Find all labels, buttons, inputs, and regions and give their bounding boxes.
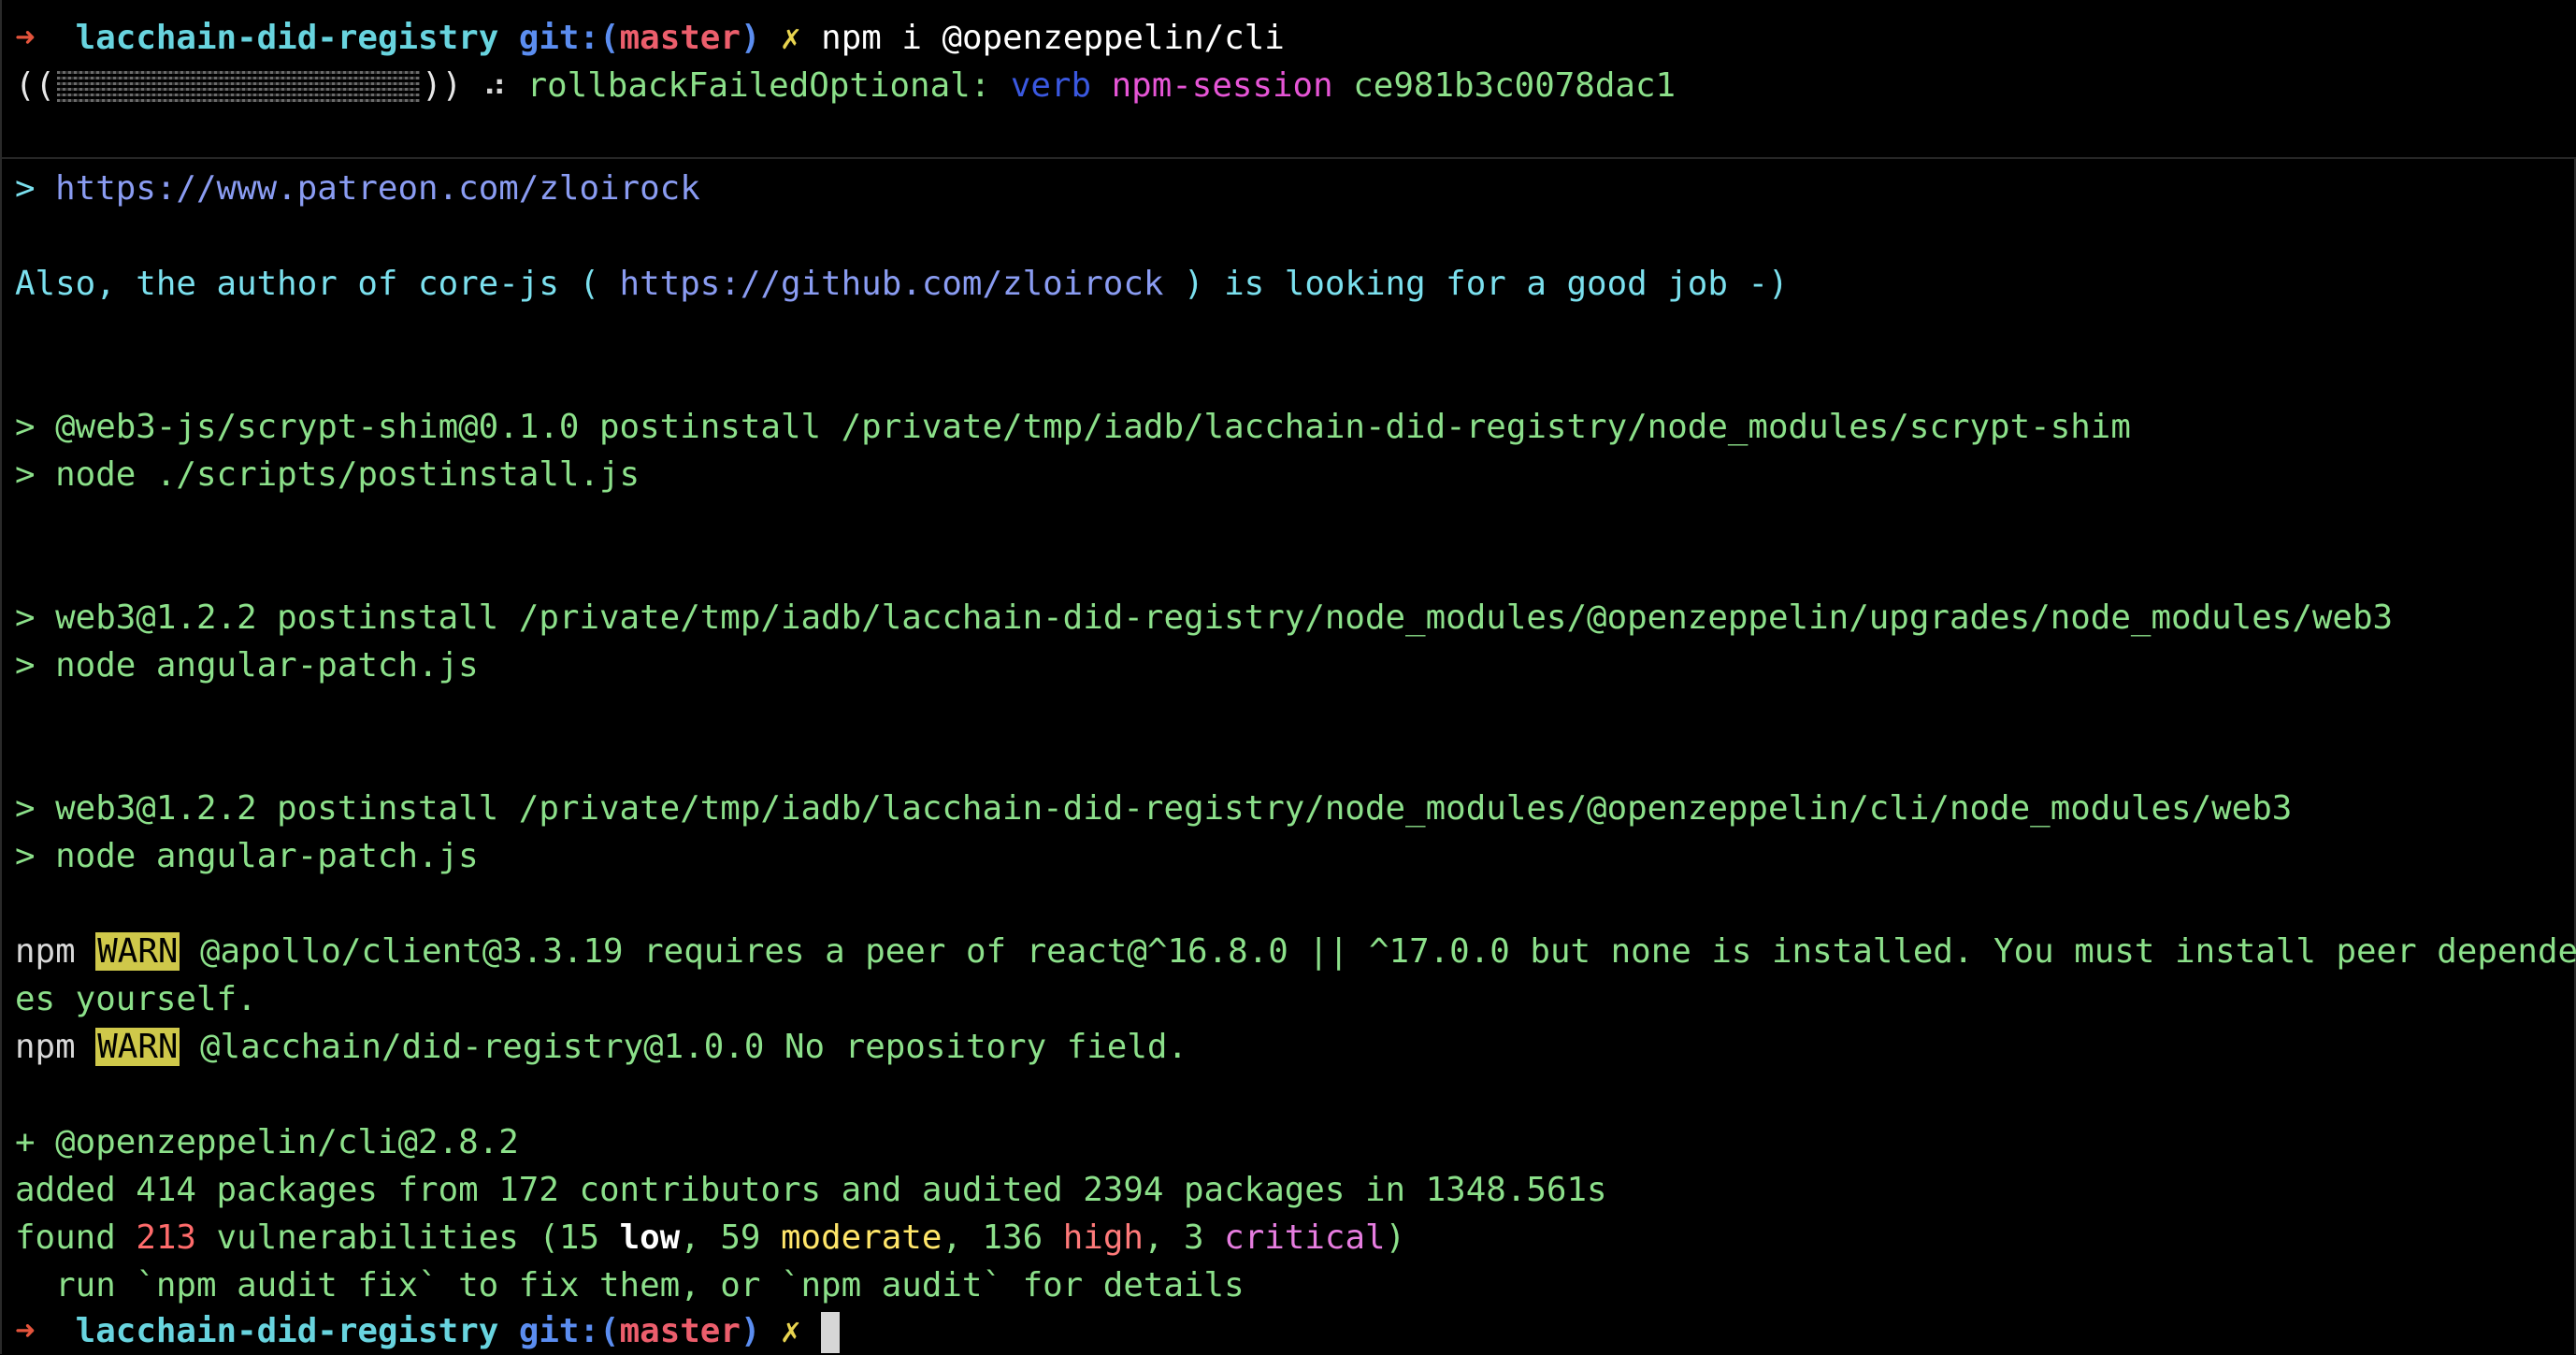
progress-close: )) <box>422 66 463 105</box>
prompt-git-open: git:( <box>518 1312 620 1350</box>
prompt-directory: lacchain-did-registry <box>75 19 499 57</box>
warn-badge: WARN <box>95 932 180 971</box>
found-label: found <box>15 1218 137 1257</box>
scrypt-node-line: > node ./scripts/postinstall.js <box>15 455 640 494</box>
prompt-line-final: ➜ lacchain-did-registry git:(master) ✗ <box>15 1307 841 1355</box>
found-text-f: ) <box>1385 1218 1406 1257</box>
prompt-git-open: git:( <box>518 19 620 57</box>
npm-progress-line: (()) ⠴ rollbackFailedOptional: verb npm-… <box>15 62 1676 109</box>
command-text: npm i @openzeppelin/cli <box>821 19 1285 57</box>
core-js-note-b: ) is looking for a good job -) <box>1163 265 1789 303</box>
prompt-git-close: ) <box>740 1312 761 1350</box>
core-js-note-a: Also, the author of core-js ( <box>15 265 620 303</box>
prompt-arrow-icon: ➜ <box>15 19 36 57</box>
severity-high: high <box>1062 1218 1144 1257</box>
github-link[interactable]: https://github.com/zloirock <box>620 265 1164 303</box>
warn-message-1: @apollo/client@3.3.19 requires a peer of… <box>180 932 2576 971</box>
terminal-top-pane: ➜ lacchain-did-registry git:(master) ✗ n… <box>2 0 2576 159</box>
progress-verb: verb <box>1010 66 1092 105</box>
progress-id: ce981b3c0078dac1 <box>1353 66 1677 105</box>
prompt-arrow-icon: ➜ <box>15 1312 36 1350</box>
npm-warn-line-2: npm WARN @lacchain/did-registry@1.0.0 No… <box>15 1023 1187 1071</box>
web3-cli-node-line: > node angular-patch.js <box>15 837 479 875</box>
text-cursor[interactable] <box>821 1312 841 1353</box>
progress-bar <box>57 69 421 105</box>
npm-warn-line-1: npm WARN @apollo/client@3.3.19 requires … <box>15 928 2576 975</box>
progress-open: (( <box>15 66 56 105</box>
found-text-e: , 3 <box>1143 1218 1225 1257</box>
vulnerability-count: 213 <box>136 1218 196 1257</box>
patreon-prefix: > <box>15 169 56 208</box>
npm-label: npm <box>15 1028 76 1066</box>
terminal-window[interactable]: ➜ lacchain-did-registry git:(master) ✗ n… <box>0 0 2576 1354</box>
npm-warn-line-1-wrap: es yourself. <box>15 980 257 1018</box>
prompt-dirty-icon: ✗ <box>781 1312 801 1350</box>
severity-critical: critical <box>1224 1218 1386 1257</box>
patreon-link[interactable]: https://www.patreon.com/zloirock <box>55 169 700 208</box>
prompt-branch: master <box>619 1312 741 1350</box>
prompt-directory: lacchain-did-registry <box>75 1312 499 1350</box>
progress-spinner-icon: ⠴ <box>482 66 507 105</box>
web3-upgrades-node-line: > node angular-patch.js <box>15 646 479 685</box>
severity-low: low <box>619 1218 681 1257</box>
found-text-c: , 59 <box>680 1218 781 1257</box>
added-summary-line: added 414 packages from 172 contributors… <box>15 1171 1607 1209</box>
warn-message-2: @lacchain/did-registry@1.0.0 No reposito… <box>180 1028 1188 1066</box>
warn-badge: WARN <box>95 1028 180 1066</box>
installed-package-line: + @openzeppelin/cli@2.8.2 <box>15 1123 519 1161</box>
progress-label: rollbackFailedOptional: <box>526 66 991 105</box>
prompt-dirty-icon: ✗ <box>781 19 801 57</box>
audit-hint-line: run `npm audit fix` to fix them, or `npm… <box>15 1266 1245 1305</box>
prompt-line-1: ➜ lacchain-did-registry git:(master) ✗ n… <box>15 14 1285 62</box>
scrypt-postinstall-line: > @web3-js/scrypt-shim@0.1.0 postinstall… <box>15 408 2131 446</box>
patreon-line: > https://www.patreon.com/zloirock <box>15 165 700 212</box>
found-text-b: vulnerabilities (15 <box>195 1218 620 1257</box>
severity-moderate: moderate <box>780 1218 943 1257</box>
found-text-d: , 136 <box>942 1218 1063 1257</box>
web3-upgrades-postinstall-line: > web3@1.2.2 postinstall /private/tmp/ia… <box>15 598 2394 637</box>
prompt-branch: master <box>619 19 741 57</box>
vulnerabilities-line: found 213 vulnerabilities (15 low, 59 mo… <box>15 1214 1405 1261</box>
npm-label: npm <box>15 932 76 971</box>
prompt-git-close: ) <box>740 19 761 57</box>
web3-cli-postinstall-line: > web3@1.2.2 postinstall /private/tmp/ia… <box>15 789 2293 828</box>
progress-session: npm-session <box>1111 66 1333 105</box>
core-js-note-line: Also, the author of core-js ( https://gi… <box>15 260 1789 308</box>
